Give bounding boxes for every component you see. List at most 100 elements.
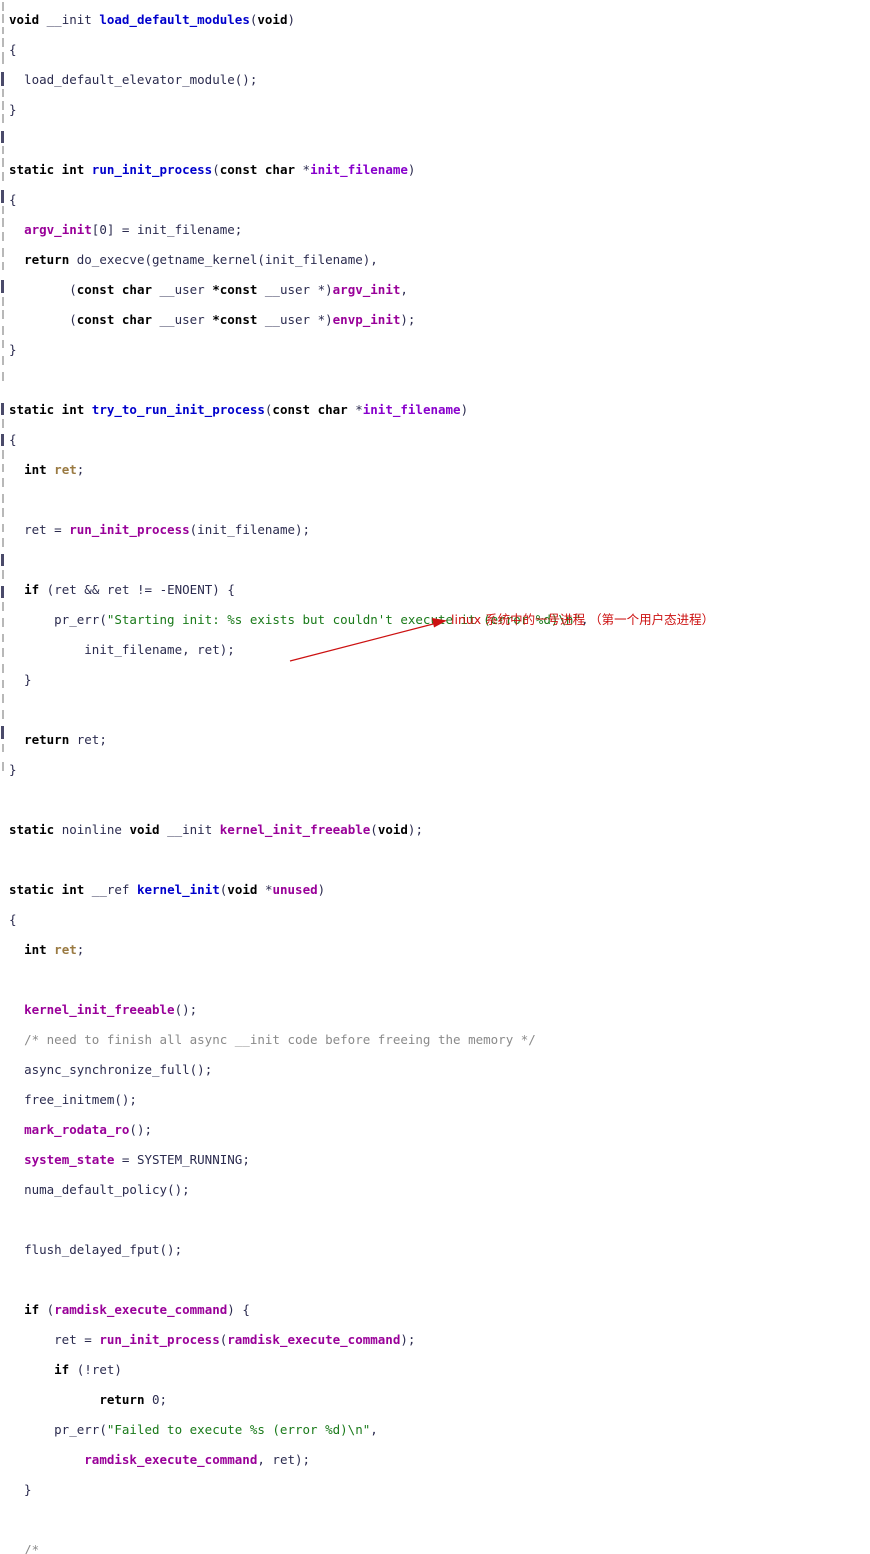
code-line[interactable] (9, 372, 870, 387)
gutter-mark (2, 297, 4, 306)
code-line[interactable] (9, 702, 870, 717)
gutter-mark (2, 494, 4, 503)
code-line[interactable]: static int run_init_process(const char *… (9, 162, 870, 177)
code-line[interactable]: if (ret && ret != -ENOENT) { (9, 582, 870, 597)
gutter-mark (2, 538, 4, 547)
code-line[interactable] (9, 852, 870, 867)
code-line[interactable]: free_initmem(); (9, 1092, 870, 1107)
gutter-mark (2, 464, 4, 472)
code-line[interactable]: flush_delayed_fput(); (9, 1242, 870, 1257)
code-line[interactable]: int ret; (9, 462, 870, 477)
gutter-mark (2, 232, 4, 241)
gutter-mark (2, 762, 4, 771)
gutter-mark (2, 340, 4, 348)
gutter-mark (2, 419, 4, 428)
gutter-mark (2, 262, 4, 270)
gutter-mark (2, 206, 4, 214)
gutter-mark (1, 403, 4, 415)
source-code-view[interactable]: void __init load_default_modules(void) {… (9, 0, 870, 1554)
code-line[interactable]: } (9, 342, 870, 357)
code-line[interactable]: /* (9, 1542, 870, 1554)
gutter-mark (2, 634, 4, 642)
code-line[interactable] (9, 1272, 870, 1287)
code-line[interactable] (9, 552, 870, 567)
gutter-mark (1, 72, 4, 86)
gutter-mark (1, 190, 4, 203)
code-line[interactable]: pr_err("Failed to execute %s (error %d)\… (9, 1422, 870, 1437)
gutter-mark (1, 434, 4, 446)
gutter-mark (2, 146, 4, 154)
change-bar-gutter (0, 0, 9, 777)
gutter-mark (2, 710, 4, 719)
gutter-mark (2, 618, 4, 627)
gutter-mark (2, 694, 4, 703)
code-line[interactable]: pr_err("Starting init: %s exists but cou… (9, 612, 870, 627)
code-line[interactable]: { (9, 192, 870, 207)
gutter-mark (2, 310, 4, 319)
code-line[interactable]: numa_default_policy(); (9, 1182, 870, 1197)
code-line[interactable]: mark_rodata_ro(); (9, 1122, 870, 1137)
code-line[interactable]: /* need to finish all async __init code … (9, 1032, 870, 1047)
code-line[interactable]: argv_init[0] = init_filename; (9, 222, 870, 237)
gutter-mark (2, 372, 4, 381)
gutter-mark (2, 478, 4, 487)
annotation-label: linux 系统中的一号进程 （第一个用户态进程） (451, 612, 715, 627)
code-line[interactable] (9, 972, 870, 987)
gutter-mark (2, 602, 4, 611)
code-line[interactable]: kernel_init_freeable(); (9, 1002, 870, 1017)
code-line[interactable]: } (9, 672, 870, 687)
code-line[interactable]: { (9, 42, 870, 57)
code-line[interactable] (9, 492, 870, 507)
gutter-mark (1, 586, 4, 598)
code-line[interactable]: (const char __user *const __user *)envp_… (9, 312, 870, 327)
gutter-mark (2, 450, 4, 459)
code-line[interactable]: init_filename, ret); (9, 642, 870, 657)
code-line[interactable]: ret = run_init_process(init_filename); (9, 522, 870, 537)
code-line[interactable]: ramdisk_execute_command, ret); (9, 1452, 870, 1467)
gutter-mark (2, 326, 4, 335)
gutter-mark (2, 508, 4, 517)
code-line[interactable]: if (ramdisk_execute_command) { (9, 1302, 870, 1317)
gutter-mark (2, 218, 4, 227)
code-line[interactable]: void __init load_default_modules(void) (9, 12, 870, 27)
code-line[interactable]: return ret; (9, 732, 870, 747)
code-line[interactable]: static int __ref kernel_init(void *unuse… (9, 882, 870, 897)
code-line[interactable]: (const char __user *const __user *)argv_… (9, 282, 870, 297)
gutter-mark (2, 14, 4, 23)
gutter-mark (1, 726, 4, 739)
code-line[interactable]: int ret; (9, 942, 870, 957)
gutter-mark (2, 38, 4, 47)
gutter-mark (2, 648, 4, 657)
code-line[interactable]: { (9, 432, 870, 447)
code-line[interactable]: return 0; (9, 1392, 870, 1407)
gutter-mark (2, 27, 4, 34)
code-line[interactable]: static int try_to_run_init_process(const… (9, 402, 870, 417)
gutter-mark (2, 2, 4, 11)
code-line[interactable]: ret = run_init_process(ramdisk_execute_c… (9, 1332, 870, 1347)
gutter-mark (2, 114, 4, 123)
gutter-mark (2, 158, 4, 167)
code-line[interactable] (9, 792, 870, 807)
gutter-mark (2, 356, 4, 365)
gutter-mark (2, 89, 4, 97)
code-line[interactable] (9, 1512, 870, 1527)
code-line[interactable]: if (!ret) (9, 1362, 870, 1377)
code-line[interactable] (9, 1212, 870, 1227)
gutter-mark (1, 554, 4, 566)
gutter-mark (2, 744, 4, 752)
code-line[interactable]: return do_execve(getname_kernel(init_fil… (9, 252, 870, 267)
code-line[interactable]: { (9, 912, 870, 927)
gutter-mark (2, 248, 4, 257)
code-line[interactable]: static noinline void __init kernel_init_… (9, 822, 870, 837)
gutter-mark (2, 524, 4, 532)
code-line[interactable]: } (9, 1482, 870, 1497)
code-line[interactable]: system_state = SYSTEM_RUNNING; (9, 1152, 870, 1167)
gutter-mark (2, 52, 4, 64)
code-line[interactable]: } (9, 102, 870, 117)
code-line[interactable]: load_default_elevator_module(); (9, 72, 870, 87)
code-line[interactable]: async_synchronize_full(); (9, 1062, 870, 1077)
gutter-mark (1, 131, 4, 143)
code-line[interactable]: } (9, 762, 870, 777)
code-line[interactable] (9, 132, 870, 147)
gutter-mark (2, 570, 4, 579)
